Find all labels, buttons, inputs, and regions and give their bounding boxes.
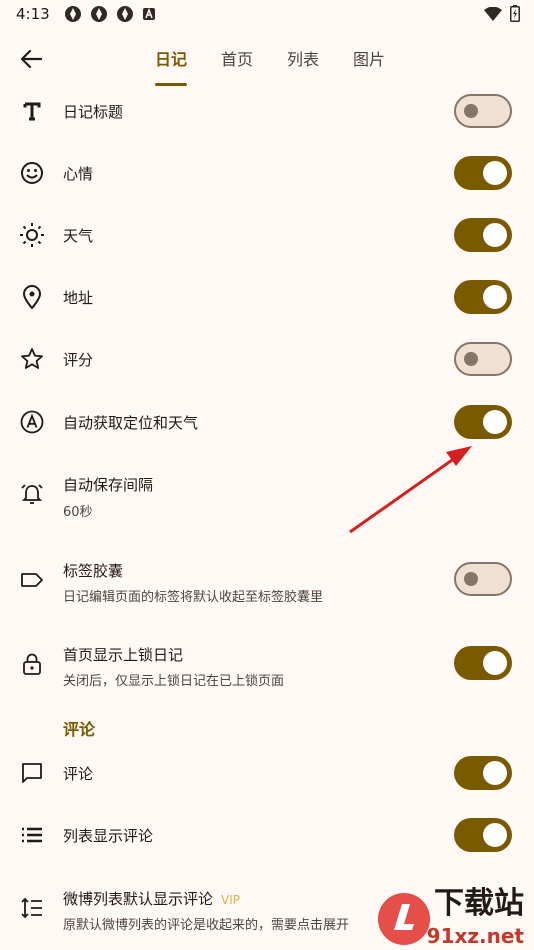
setting-row-weather[interactable]: 天气: [0, 212, 534, 258]
notification-app-icon: [64, 6, 81, 22]
comment-icon: [18, 759, 46, 787]
setting-title: 自动保存间隔: [63, 476, 154, 494]
section-header-comment: 评论: [63, 720, 96, 739]
setting-title: 心情: [63, 165, 94, 183]
setting-title: 天气: [63, 227, 94, 245]
list-icon: [18, 821, 46, 849]
setting-title: 首页显示上锁日记: [63, 646, 184, 664]
tab-pictures[interactable]: 图片: [336, 28, 402, 88]
location-pin-icon: [18, 283, 46, 311]
setting-row-rating[interactable]: 评分: [0, 336, 534, 382]
toggle-list-show-comment[interactable]: [454, 818, 512, 852]
setting-row-mood[interactable]: 心情: [0, 150, 534, 196]
tab-home[interactable]: 首页: [204, 28, 270, 88]
wifi-icon: [484, 6, 502, 21]
watermark-url: 91xz.net: [426, 924, 524, 948]
setting-title: 微博列表默认显示评论: [63, 890, 214, 908]
battery-icon: [510, 5, 520, 22]
watermark-logo-icon: [378, 893, 430, 945]
setting-subtitle: 关闭后，仅显示上锁日记在已上锁页面: [63, 674, 285, 689]
back-button[interactable]: [14, 42, 48, 76]
vip-badge: VIP: [221, 893, 240, 907]
label-icon: [18, 566, 46, 594]
setting-title-row: 微博列表默认显示评论 VIP: [63, 888, 240, 909]
setting-row-diary-title[interactable]: 日记标题: [0, 88, 534, 134]
notification-app-icon: [90, 6, 107, 22]
status-time: 4:13: [16, 5, 50, 23]
toggle-mood[interactable]: [454, 156, 512, 190]
watermark-text: 下载站: [434, 886, 524, 921]
setting-subtitle: 日记编辑页面的标签将默认收起至标签胶囊里: [63, 590, 324, 605]
line-spacing-icon: [18, 894, 46, 922]
setting-row-show-locked-diary[interactable]: 首页显示上锁日记 关闭后，仅显示上锁日记在已上锁页面: [0, 632, 534, 696]
auto-a-icon: [18, 408, 46, 436]
tab-bar: 日记 首页 列表 图片: [138, 28, 402, 88]
setting-title: 地址: [63, 289, 94, 307]
setting-row-auto-location-weather[interactable]: 自动获取定位和天气: [0, 399, 534, 445]
setting-title: 评分: [63, 351, 94, 369]
toggle-address[interactable]: [454, 280, 512, 314]
toggle-tag-capsule[interactable]: [454, 562, 512, 596]
notification-a-icon: [142, 7, 155, 20]
setting-title: 自动获取定位和天气: [63, 414, 199, 432]
sun-icon: [18, 221, 46, 249]
setting-row-autosave-interval[interactable]: 自动保存间隔 60秒: [0, 462, 534, 526]
toggle-weather[interactable]: [454, 218, 512, 252]
tab-list[interactable]: 列表: [270, 28, 336, 88]
star-icon: [18, 345, 46, 373]
setting-row-tag-capsule[interactable]: 标签胶囊 日记编辑页面的标签将默认收起至标签胶囊里: [0, 548, 534, 612]
back-arrow-icon: [20, 49, 42, 69]
setting-row-comment[interactable]: 评论: [0, 750, 534, 796]
alarm-icon: [18, 480, 46, 508]
setting-title: 评论: [63, 765, 94, 783]
toggle-diary-title[interactable]: [454, 94, 512, 128]
toggle-comment[interactable]: [454, 756, 512, 790]
status-bar: 4:13: [0, 0, 534, 28]
toggle-show-locked-diary[interactable]: [454, 646, 512, 680]
toggle-auto-location-weather[interactable]: [454, 405, 512, 439]
status-notification-icons: [64, 5, 156, 23]
notification-app-icon: [116, 6, 133, 22]
status-system-icons: [484, 5, 520, 22]
smiley-icon: [18, 159, 46, 187]
tab-diary[interactable]: 日记: [138, 28, 204, 88]
setting-value: 60秒: [63, 505, 93, 520]
setting-row-address[interactable]: 地址: [0, 274, 534, 320]
lock-icon: [18, 650, 46, 678]
toggle-rating[interactable]: [454, 342, 512, 376]
setting-title: 标签胶囊: [63, 562, 124, 580]
top-app-bar: 日记 首页 列表 图片: [0, 28, 534, 88]
setting-title: 日记标题: [63, 103, 124, 121]
setting-row-list-show-comment[interactable]: 列表显示评论: [0, 812, 534, 858]
watermark: 下载站 91xz.net: [360, 886, 530, 950]
setting-subtitle: 原默认微博列表的评论是收起来的，需要点击展开: [63, 918, 350, 933]
setting-title: 列表显示评论: [63, 827, 154, 845]
title-icon: [18, 97, 46, 125]
